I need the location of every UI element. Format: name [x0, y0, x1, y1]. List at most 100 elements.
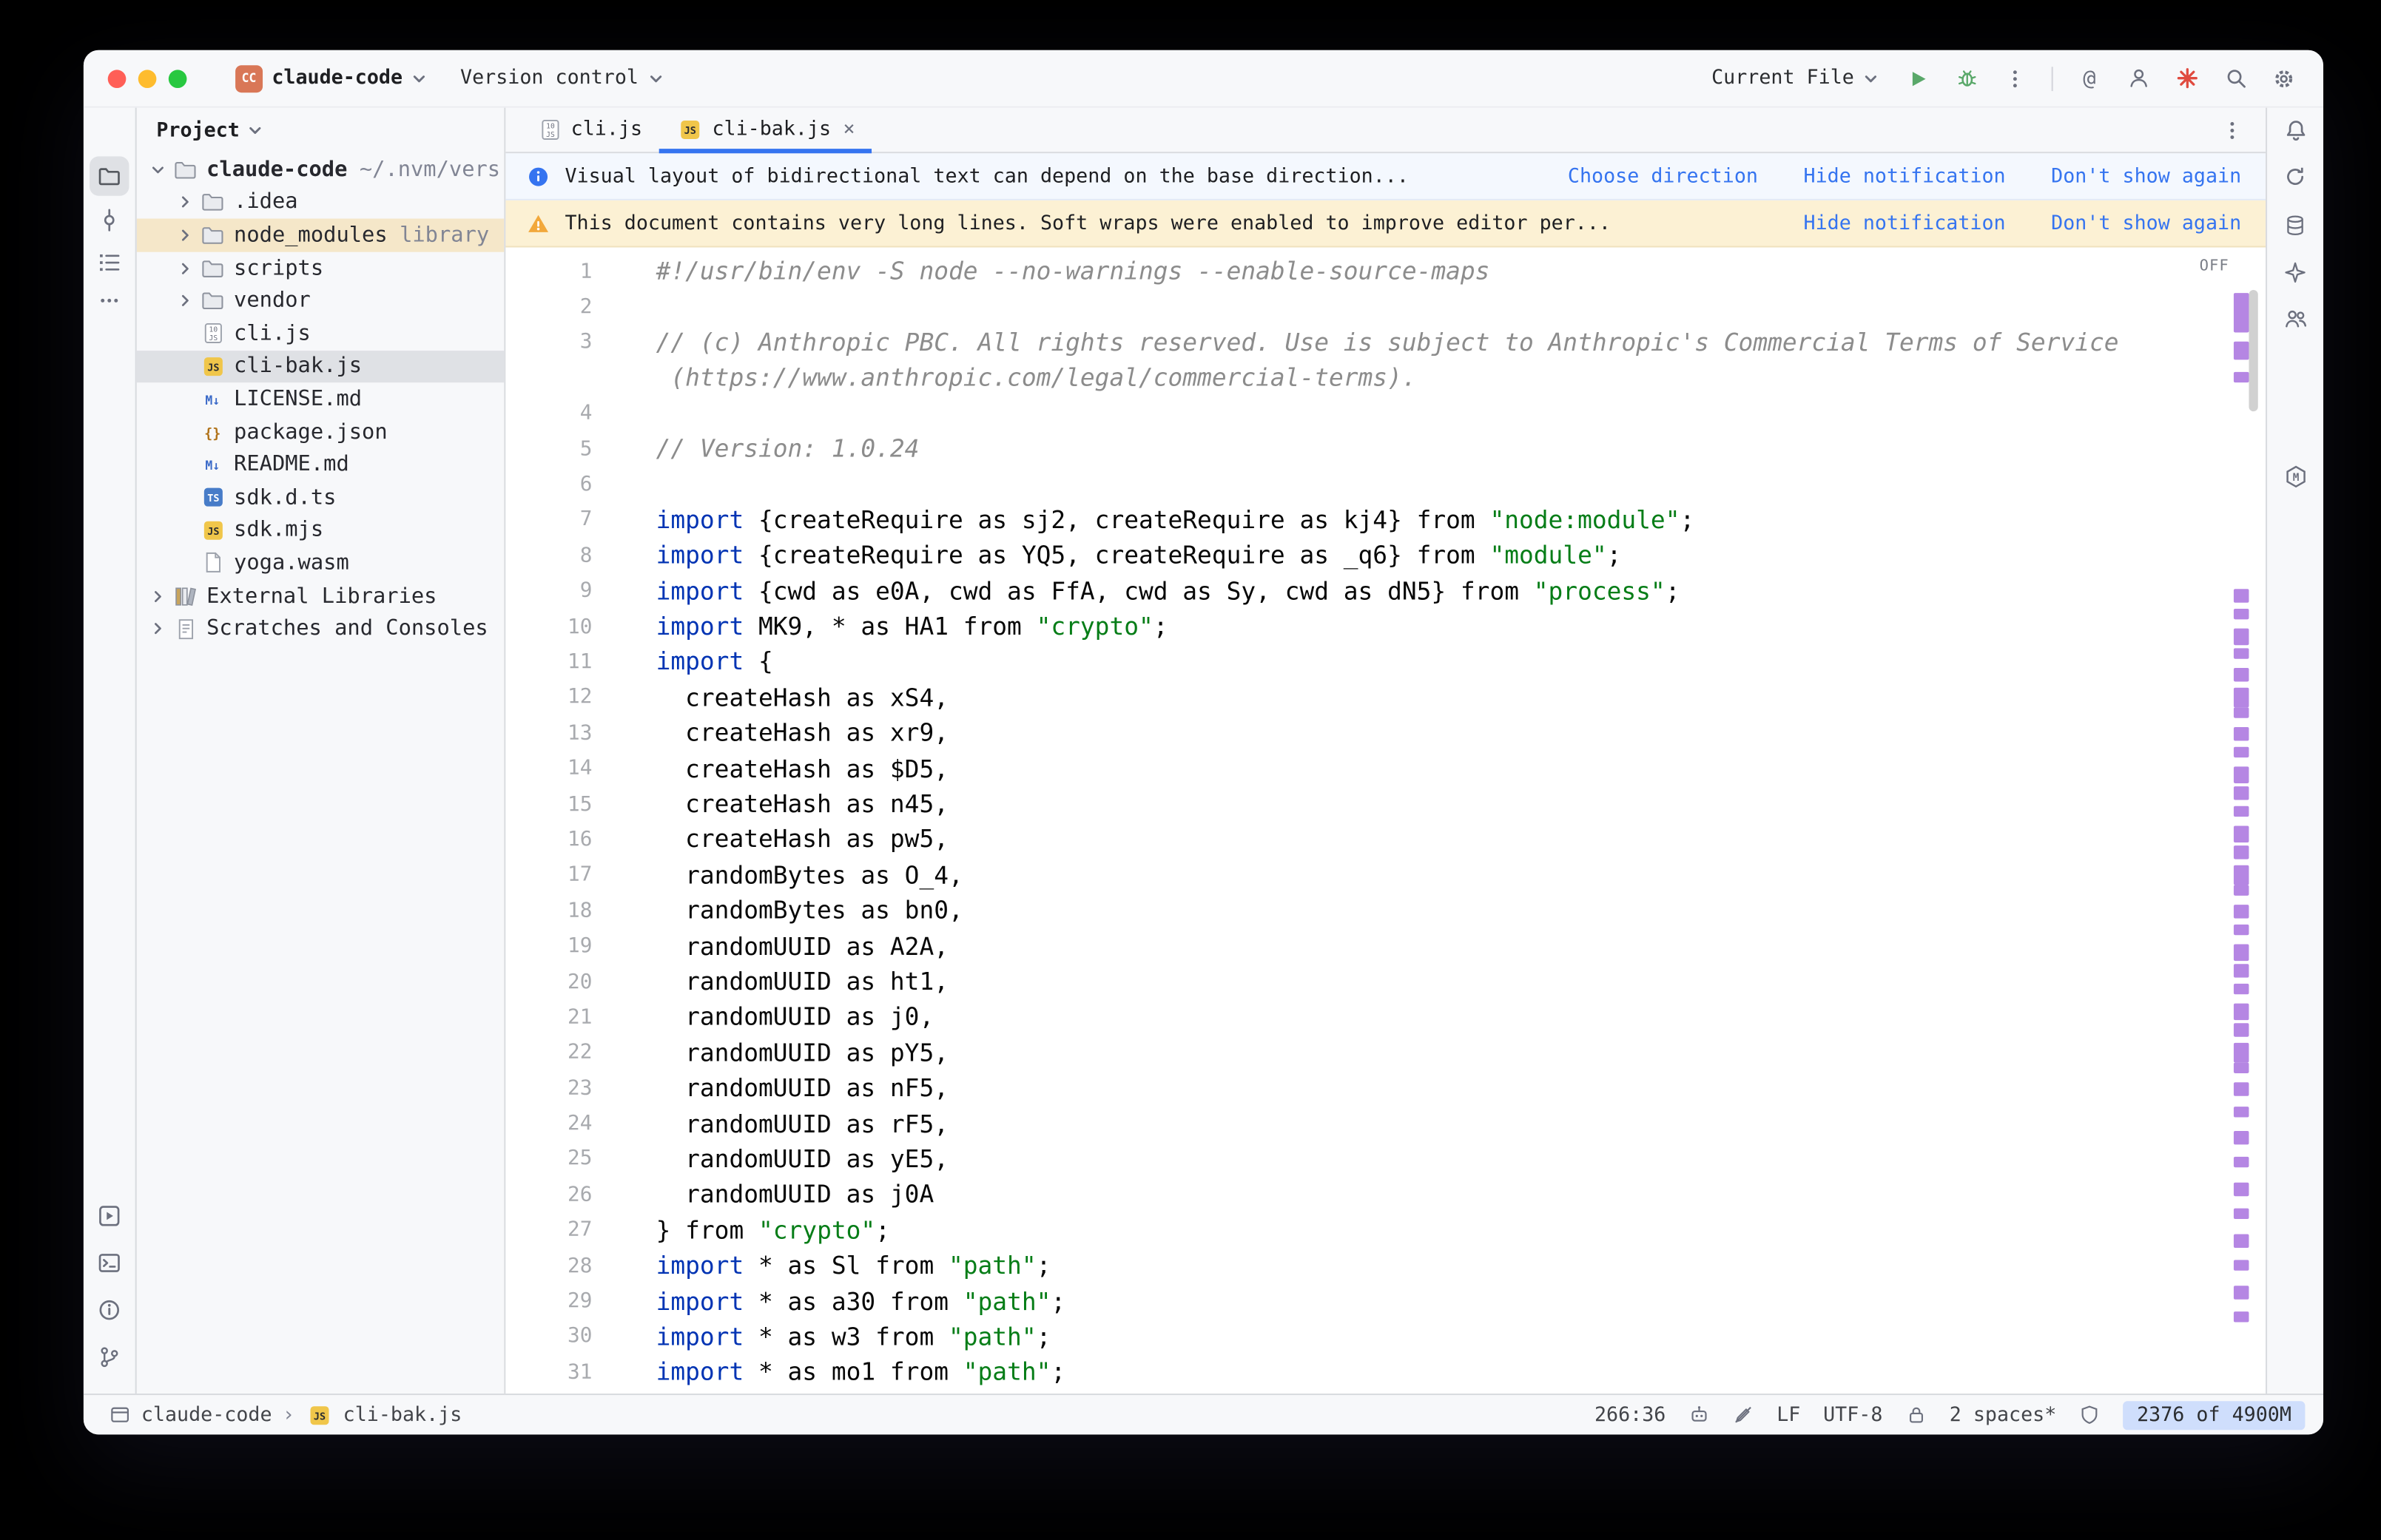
line-number[interactable]: 25: [505, 1146, 592, 1171]
code-line[interactable]: 18 randomBytes as bn0,: [505, 893, 2266, 928]
tree-item-scratches-and-consoles[interactable]: Scratches and Consoles: [137, 612, 505, 645]
close-window-button[interactable]: [108, 69, 127, 87]
chevron-right-icon[interactable]: [173, 195, 198, 210]
breadcrumb-project[interactable]: claude-code: [141, 1403, 272, 1426]
maven-icon[interactable]: M: [2275, 457, 2314, 496]
memory-indicator[interactable]: 2376 of 4900M: [2124, 1400, 2306, 1429]
line-number[interactable]: 20: [505, 969, 592, 993]
tab-cli.js[interactable]: 10JScli.js: [518, 108, 659, 152]
code-line[interactable]: 6: [505, 467, 2266, 502]
tree-item-.idea[interactable]: .idea: [137, 186, 505, 219]
code-line[interactable]: 15 createHash as n45,: [505, 786, 2266, 822]
chevron-right-icon[interactable]: [173, 228, 198, 243]
red-asterisk-icon[interactable]: [2169, 60, 2205, 96]
project-icon[interactable]: [90, 156, 129, 195]
code-line[interactable]: 26 randomUUID as j0A: [505, 1177, 2266, 1212]
line-number[interactable]: 15: [505, 791, 592, 816]
code-line[interactable]: (https://www.anthropic.com/legal/commerc…: [505, 360, 2266, 396]
database-icon[interactable]: [2275, 205, 2314, 244]
tree-item-cli.js[interactable]: 10JScli.js: [137, 317, 505, 350]
line-number[interactable]: 6: [505, 472, 592, 496]
line-number[interactable]: 27: [505, 1218, 592, 1242]
structure-icon[interactable]: [90, 243, 129, 282]
caret-position-widget[interactable]: 266:36: [1594, 1403, 1666, 1426]
tree-item-sdk.d.ts[interactable]: TSsdk.d.ts: [137, 481, 505, 513]
line-number[interactable]: 4: [505, 401, 592, 425]
code-line[interactable]: 20 randomUUID as ht1,: [505, 964, 2266, 999]
line-number[interactable]: 28: [505, 1253, 592, 1277]
copilot-icon[interactable]: [1688, 1404, 1710, 1425]
chevron-right-icon[interactable]: [146, 621, 170, 637]
run-button[interactable]: [1899, 60, 1936, 96]
line-number[interactable]: 1: [505, 259, 592, 283]
debug-button[interactable]: [1948, 60, 1984, 96]
code-line[interactable]: 8import {createRequire as YQ5, createReq…: [505, 538, 2266, 573]
tree-item-sdk.mjs[interactable]: JSsdk.mjs: [137, 514, 505, 547]
line-number[interactable]: 31: [505, 1360, 592, 1384]
code-line[interactable]: 30import * as w3 from "path";: [505, 1319, 2266, 1354]
line-number[interactable]: 7: [505, 507, 592, 532]
tree-item-claude-code[interactable]: claude-code~/.nvm/vers: [137, 153, 505, 186]
code-line[interactable]: 12 createHash as xS4,: [505, 680, 2266, 715]
code-line[interactable]: 29import * as a30 from "path";: [505, 1283, 2266, 1319]
line-number[interactable]: 16: [505, 827, 592, 851]
line-number[interactable]: 30: [505, 1324, 592, 1348]
code-line[interactable]: 16 createHash as pw5,: [505, 822, 2266, 857]
editor-scrollbar[interactable]: [2234, 248, 2258, 1394]
code-line[interactable]: 19 randomUUID as A2A,: [505, 928, 2266, 964]
tree-item-package.json[interactable]: {}package.json: [137, 416, 505, 448]
banner-link-don-t-show-again[interactable]: Don't show again: [2051, 212, 2241, 234]
line-number[interactable]: 11: [505, 649, 592, 674]
code-line[interactable]: 25 randomUUID as yE5,: [505, 1141, 2266, 1177]
line-number[interactable]: 29: [505, 1289, 592, 1313]
code-line[interactable]: 17 randomBytes as O_4,: [505, 857, 2266, 893]
code-line[interactable]: 7import {createRequire as sj2, createReq…: [505, 502, 2266, 538]
banner-link-hide-notification[interactable]: Hide notification: [1804, 165, 2006, 188]
tree-item-node-modules[interactable]: node_moduleslibrary: [137, 219, 505, 251]
more-actions-button[interactable]: [1997, 60, 2033, 96]
banner-link-don-t-show-again[interactable]: Don't show again: [2051, 165, 2241, 188]
line-number[interactable]: 23: [505, 1075, 592, 1100]
chevron-down-icon[interactable]: [146, 162, 170, 178]
line-number[interactable]: 3: [505, 330, 592, 354]
code-line[interactable]: 23 randomUUID as nF5,: [505, 1070, 2266, 1106]
code-line[interactable]: 28import * as Sl from "path";: [505, 1248, 2266, 1283]
indent-widget[interactable]: 2 spaces*: [1950, 1403, 2057, 1426]
tree-item-vendor[interactable]: vendor: [137, 285, 505, 317]
code-line[interactable]: 1#!/usr/bin/env -S node --no-warnings --…: [505, 254, 2266, 289]
chevron-right-icon[interactable]: [173, 293, 198, 308]
shield-icon[interactable]: [2079, 1404, 2101, 1425]
line-number[interactable]: 10: [505, 614, 592, 638]
line-number[interactable]: 19: [505, 933, 592, 958]
line-number[interactable]: 13: [505, 720, 592, 745]
code-line[interactable]: 21 randomUUID as j0,: [505, 999, 2266, 1035]
more-icon[interactable]: [90, 281, 129, 320]
line-number[interactable]: 21: [505, 1004, 592, 1029]
line-number[interactable]: 17: [505, 862, 592, 887]
line-number[interactable]: 14: [505, 756, 592, 780]
code-line[interactable]: 10import MK9, * as HA1 from "crypto";: [505, 609, 2266, 644]
code-line[interactable]: 11import {: [505, 644, 2266, 680]
tab-close-icon[interactable]: ×: [843, 118, 855, 141]
code-line[interactable]: 31import * as mo1 from "path";: [505, 1354, 2266, 1390]
breadcrumb-file[interactable]: cli-bak.js: [343, 1403, 462, 1426]
code-with-me-icon[interactable]: [2275, 299, 2314, 338]
search-icon[interactable]: [2217, 60, 2253, 96]
code-line[interactable]: 3// (c) Anthropic PBC. All rights reserv…: [505, 325, 2266, 360]
line-number[interactable]: 2: [505, 294, 592, 319]
mentions-icon[interactable]: @: [2071, 60, 2107, 96]
commit-icon[interactable]: [90, 200, 129, 240]
run-config-widget[interactable]: Current File: [1703, 61, 1887, 95]
lock-icon[interactable]: [1905, 1404, 1927, 1425]
problems-icon[interactable]: [90, 1290, 129, 1329]
settings-icon[interactable]: [2266, 60, 2302, 96]
code-line[interactable]: 13 createHash as xr9,: [505, 715, 2266, 751]
banner-link-hide-notification[interactable]: Hide notification: [1804, 212, 2006, 234]
line-number[interactable]: 24: [505, 1111, 592, 1135]
user-icon[interactable]: [2120, 60, 2156, 96]
line-number[interactable]: 8: [505, 543, 592, 567]
tree-item-scripts[interactable]: scripts: [137, 251, 505, 284]
banner-link-choose-direction[interactable]: Choose direction: [1568, 165, 1758, 188]
scrollbar-thumb[interactable]: [2249, 290, 2257, 411]
tab-options-icon[interactable]: [2214, 112, 2250, 148]
